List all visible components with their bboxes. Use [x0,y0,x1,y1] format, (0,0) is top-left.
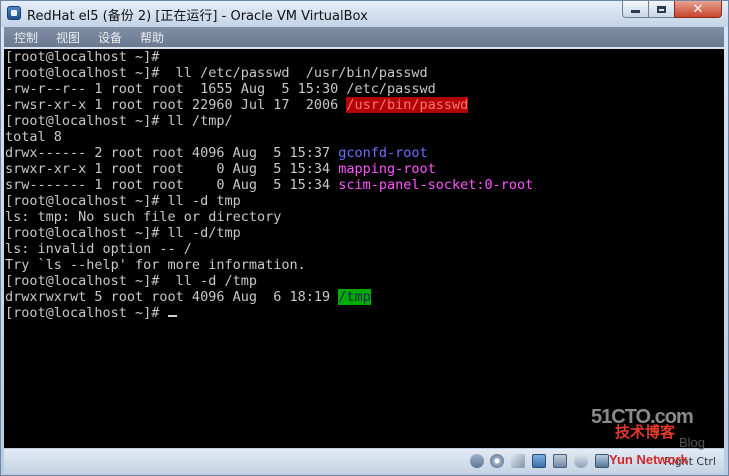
terminal-line-text: drwx------ 2 root root 4096 Aug 5 15:37 [5,145,339,161]
terminal-line-text: [root@localhost ~]# [5,49,160,65]
minimize-icon [631,10,640,13]
terminal-line-text: ls: tmp: No such file or directory [5,209,282,225]
menu-view[interactable]: 视图 [54,29,82,46]
menu-control[interactable]: 控制 [12,29,40,46]
window-title: RedHat el5 (备份 2) [正在运行] - Oracle VM Vir… [27,9,368,24]
terminal-line-text: Try `ls --help' for more information. [5,257,306,273]
hard-disk-icon[interactable] [470,454,484,468]
terminal-line-text: srwxr-xr-x 1 root root 0 Aug 5 15:34 [5,161,339,177]
menu-help[interactable]: 帮助 [138,29,166,46]
terminal-highlight: mapping-root [338,161,436,177]
terminal-line-text: [root@localhost ~]# ll /etc/passwd /usr/… [5,65,428,81]
terminal-line-text: [root@localhost ~]# [5,305,168,321]
terminal-line: ls: tmp: No such file or directory [5,209,533,225]
terminal-line: [root@localhost ~]# ll -d tmp [5,193,533,209]
menu-devices[interactable]: 设备 [96,29,124,46]
terminal-highlight: /tmp [338,289,371,305]
host-key-label[interactable]: Right Ctrl [664,455,716,468]
terminal-highlight: gconfd-root [338,145,428,161]
terminal-line-text: -rwsr-xr-x 1 root root 22960 Jul 17 2006 [5,97,347,113]
network-icon[interactable] [553,454,567,468]
terminal-line: [root@localhost ~]# [5,49,533,65]
terminal-line: -rwsr-xr-x 1 root root 22960 Jul 17 2006… [5,97,533,113]
vm-console-screen[interactable]: [root@localhost ~]# [root@localhost ~]# l… [4,49,724,448]
terminal-line-text: srw------- 1 root root 0 Aug 5 15:34 [5,177,339,193]
terminal-line-text: [root@localhost ~]# ll /tmp/ [5,113,233,129]
mouse-integration-icon[interactable] [574,454,588,468]
close-icon: ✕ [692,1,704,17]
terminal-line: [root@localhost ~]# ll -d /tmp [5,273,533,289]
terminal-highlight: scim-panel-socket:0-root [338,177,534,193]
terminal-line-text: [root@localhost ~]# ll -d /tmp [5,273,257,289]
terminal-line: srw------- 1 root root 0 Aug 5 15:34 sci… [5,177,533,193]
menu-bar: 控制 视图 设备 帮助 [4,27,724,47]
status-bar: Right Ctrl [4,449,724,474]
title-bar[interactable]: RedHat el5 (备份 2) [正在运行] - Oracle VM Vir… [1,1,728,27]
terminal-line: drwx------ 2 root root 4096 Aug 5 15:37 … [5,145,533,161]
optical-drive-icon[interactable] [490,454,504,468]
virtualbox-app-icon[interactable] [7,6,21,20]
virtualbox-window: RedHat el5 (备份 2) [正在运行] - Oracle VM Vir… [0,0,729,476]
maximize-icon [657,5,666,13]
terminal-line: [root@localhost ~]# [5,305,533,321]
terminal-line-text: [root@localhost ~]# ll -d tmp [5,193,241,209]
terminal-line: ls: invalid option -- / [5,241,533,257]
minimize-button[interactable] [622,1,649,18]
terminal-line-text: [root@localhost ~]# ll -d/tmp [5,225,241,241]
terminal-cursor [167,315,177,317]
terminal-line: -rw-r--r-- 1 root root 1655 Aug 5 15:30 … [5,81,533,97]
terminal-line-text: ls: invalid option -- / [5,241,192,257]
terminal-line: [root@localhost ~]# ll /tmp/ [5,113,533,129]
display-icon[interactable] [595,454,609,468]
terminal-line-text: -rw-r--r-- 1 root root 1655 Aug 5 15:30 … [5,81,436,97]
usb-icon[interactable] [511,454,525,468]
terminal-line: Try `ls --help' for more information. [5,257,533,273]
terminal-output: [root@localhost ~]# [root@localhost ~]# l… [5,49,533,321]
close-button[interactable]: ✕ [674,1,722,18]
terminal-line: drwxrwxrwt 5 root root 4096 Aug 6 18:19 … [5,289,533,305]
terminal-highlight: /usr/bin/passwd [346,97,469,113]
terminal-line: srwxr-xr-x 1 root root 0 Aug 5 15:34 map… [5,161,533,177]
shared-folder-icon[interactable] [532,454,546,468]
terminal-line: total 8 [5,129,533,145]
terminal-line-text: total 8 [5,129,62,145]
terminal-line: [root@localhost ~]# ll -d/tmp [5,225,533,241]
terminal-line-text: drwxrwxrwt 5 root root 4096 Aug 6 18:19 [5,289,339,305]
maximize-button[interactable] [648,1,675,18]
terminal-line: [root@localhost ~]# ll /etc/passwd /usr/… [5,65,533,81]
